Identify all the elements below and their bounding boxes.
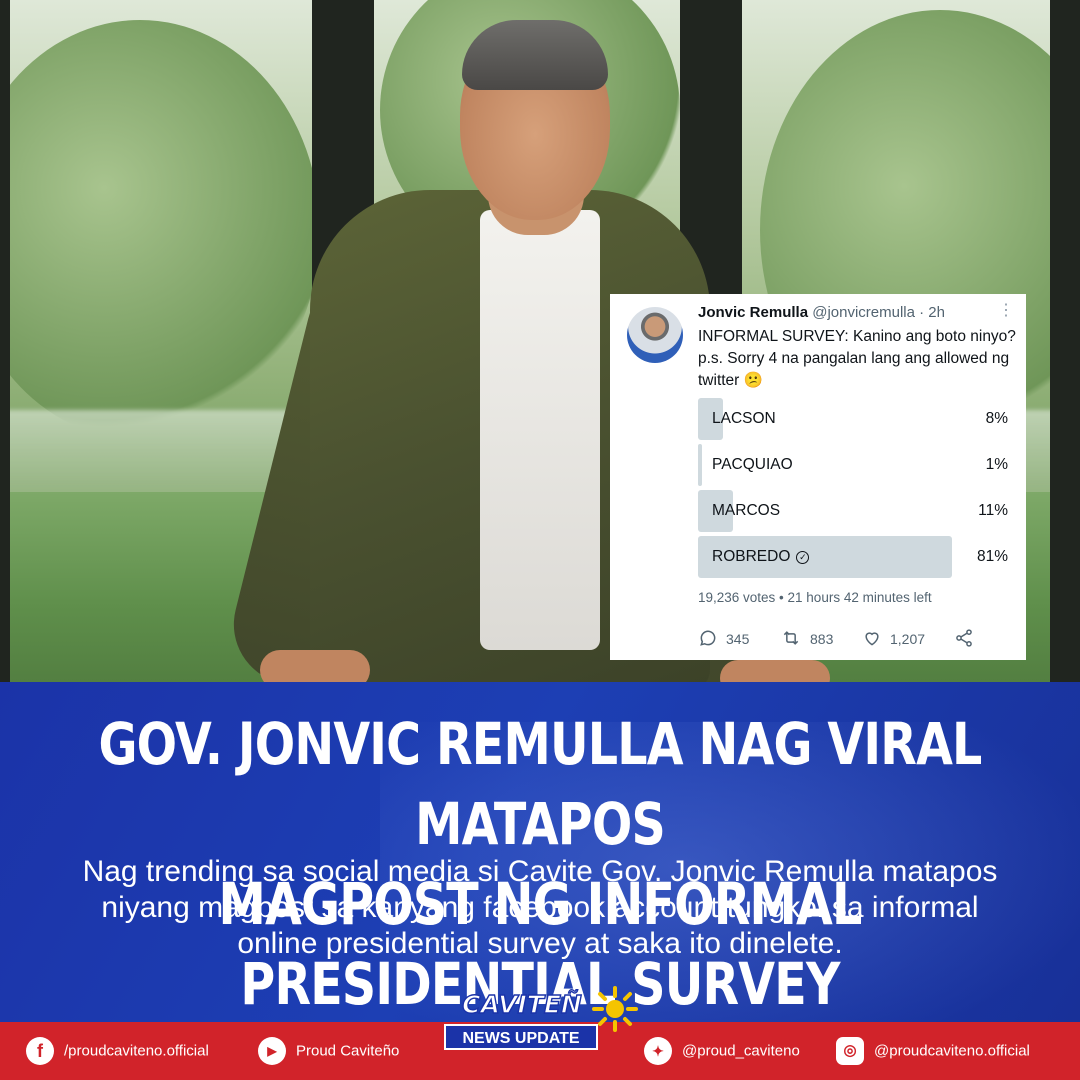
poll-option-percent: 11% bbox=[978, 502, 1008, 519]
like-button[interactable]: 1,207 bbox=[862, 628, 925, 648]
check-circle-icon: ✓ bbox=[796, 551, 810, 564]
left-hand bbox=[260, 650, 370, 682]
more-options-icon[interactable]: ⋮ bbox=[998, 300, 1014, 320]
poll-meta: 19,236 votes • 21 hours 42 minutes left bbox=[698, 590, 932, 605]
tweet-card: Jonvic Remulla @jonvicremulla · 2h ⋮ INF… bbox=[610, 294, 1026, 660]
youtube-handle: Proud Caviteño bbox=[296, 1042, 400, 1060]
subtext: Nag trending sa social media si Cavite G… bbox=[0, 854, 1080, 962]
shirt bbox=[480, 210, 600, 650]
share-icon bbox=[956, 629, 972, 647]
logo-subtitle: NEWS UPDATE bbox=[444, 1024, 598, 1050]
news-graphic: Jonvic Remulla @jonvicremulla · 2h ⋮ INF… bbox=[0, 0, 1080, 1080]
subtext-line-3: online presidential survey at saka ito d… bbox=[237, 927, 843, 960]
retweet-icon bbox=[783, 631, 799, 645]
poll-option-winner: ROBREDO ✓ 81% bbox=[698, 536, 1010, 578]
headline-line-1: GOV. JONVIC REMULLA NAG VIRAL MATAPOS bbox=[98, 710, 982, 858]
reply-count: 345 bbox=[726, 631, 750, 647]
retweet-button[interactable]: 883 bbox=[780, 628, 833, 648]
poll-option-label: MARCOS bbox=[712, 502, 781, 519]
poll-option-percent: 1% bbox=[985, 456, 1008, 473]
tweet-text: INFORMAL SURVEY: Kanino ang boto ninyo? … bbox=[698, 328, 1016, 389]
retweet-count: 883 bbox=[810, 631, 834, 647]
tweet-header: Jonvic Remulla @jonvicremulla · 2h bbox=[698, 304, 945, 321]
poll-option: LACSON 8% bbox=[698, 398, 1010, 440]
logo-wordmark: CAVITEÑ bbox=[461, 989, 582, 1019]
headline-band: GOV. JONVIC REMULLA NAG VIRAL MATAPOS MA… bbox=[0, 682, 1080, 1022]
poll-option: MARCOS 11% bbox=[698, 490, 1010, 532]
poll-option-label: ROBREDO ✓ bbox=[712, 548, 810, 566]
sun-icon bbox=[592, 986, 638, 1032]
poll-option-label: LACSON bbox=[712, 410, 776, 427]
poll-option-text: ROBREDO bbox=[712, 548, 791, 565]
facebook-icon: f bbox=[26, 1037, 54, 1065]
facebook-handle: /proudcaviteno.official bbox=[64, 1042, 209, 1060]
poll-option-percent: 81% bbox=[976, 548, 1008, 565]
window-frame bbox=[0, 0, 10, 682]
heart-icon bbox=[865, 632, 879, 646]
tweet-handle[interactable]: @jonvicremulla · 2h bbox=[812, 304, 945, 321]
avatar[interactable] bbox=[627, 307, 683, 363]
twitter-link[interactable]: ✦ @proud_caviteno bbox=[644, 1037, 800, 1065]
youtube-icon: ▶ bbox=[258, 1037, 286, 1065]
right-hand bbox=[720, 660, 830, 682]
instagram-link[interactable]: ◎ @proudcaviteno.official bbox=[836, 1037, 1030, 1065]
hair bbox=[462, 20, 608, 90]
instagram-handle: @proudcaviteno.official bbox=[874, 1042, 1030, 1060]
poll: LACSON 8% PACQUIAO 1% MARCOS 11% ROBREDO… bbox=[698, 398, 1010, 582]
reply-icon bbox=[700, 630, 716, 646]
reply-button[interactable]: 345 bbox=[698, 628, 749, 648]
window-frame bbox=[1050, 0, 1080, 682]
twitter-icon: ✦ bbox=[644, 1037, 672, 1065]
share-button[interactable] bbox=[954, 628, 982, 648]
poll-option-label: PACQUIAO bbox=[712, 456, 793, 473]
subtext-line-1: Nag trending sa social media si Cavite G… bbox=[82, 855, 998, 888]
tweet-author-name[interactable]: Jonvic Remulla bbox=[698, 304, 808, 321]
facebook-link[interactable]: f/proudcaviteno.official bbox=[26, 1037, 209, 1065]
poll-option-percent: 8% bbox=[985, 410, 1008, 427]
like-count: 1,207 bbox=[890, 631, 926, 647]
youtube-link[interactable]: ▶ Proud Caviteño bbox=[258, 1037, 399, 1065]
poll-option: PACQUIAO 1% bbox=[698, 444, 1010, 486]
caviteno-logo: CAVITEÑ NEWS UPDATE bbox=[442, 984, 642, 1056]
twitter-handle: @proud_caviteno bbox=[682, 1042, 800, 1060]
poll-bar bbox=[698, 444, 702, 486]
instagram-icon: ◎ bbox=[836, 1037, 864, 1065]
subtext-line-2: niyang magpost sa kanyang facebook accou… bbox=[101, 891, 979, 924]
